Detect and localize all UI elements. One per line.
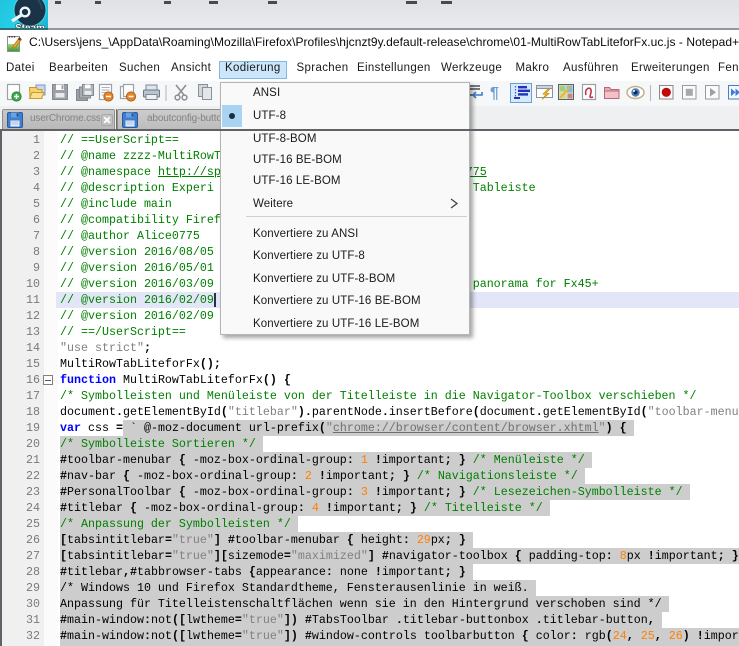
svg-text:¶: ¶ (490, 85, 499, 102)
